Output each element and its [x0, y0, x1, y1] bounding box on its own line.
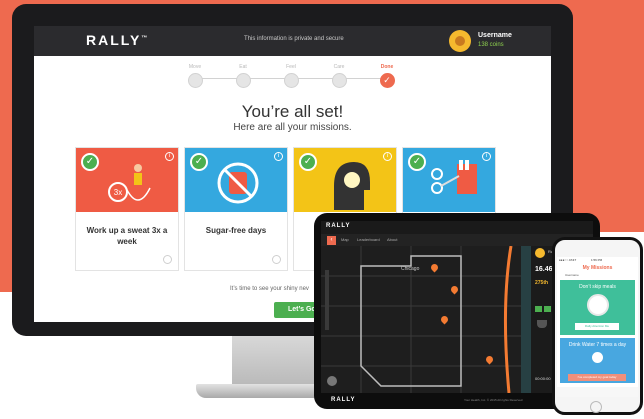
tab-about[interactable]: About [387, 237, 397, 242]
step-circle [331, 73, 347, 88]
step-label: Move [188, 64, 202, 70]
page-subtitle: Here are all your missions. [233, 122, 352, 133]
mission-card-sugar[interactable]: ✓ i Sugar-free days [184, 147, 288, 271]
card-title: Work up a sweat 3x a week [86, 226, 168, 246]
tab-leaderboard[interactable]: Leaderboard [357, 237, 380, 242]
step-circle [283, 73, 299, 88]
phone-tab-bar[interactable] [557, 387, 638, 397]
status-time: 1:56 PM [591, 258, 603, 262]
trophy-icon [537, 320, 547, 328]
check-icon: ✓ [379, 73, 395, 88]
carrier-label: ●●●○○ AT&T [559, 258, 577, 262]
tablet-top-bar: RALLY [321, 221, 593, 234]
card-banner: ✓ i [185, 148, 287, 212]
step-label: Care [333, 64, 345, 70]
mission-card-sweat[interactable]: ✓ i 3x Work up a sweat 3x a week [75, 147, 179, 271]
logo-tm: ™ [141, 35, 150, 42]
step-circle [187, 73, 203, 88]
art-3x-label: 3x [114, 188, 122, 197]
top-bar: RALLY™ This information is private and s… [34, 26, 551, 56]
info-icon[interactable]: i [274, 152, 283, 161]
logo-text: RALLY [86, 32, 142, 48]
footer-text: It’s time to see your shiny nev [230, 286, 309, 292]
step-label: Done [380, 64, 394, 70]
home-button[interactable] [590, 401, 602, 413]
achievement-badge [535, 306, 542, 312]
phone-device: ●●●○○ AT&T 1:56 PM My Missions Username … [552, 237, 643, 415]
phone-header: My Missions [582, 265, 613, 271]
step-move[interactable]: Move [180, 64, 210, 88]
plate-clock-icon [587, 294, 609, 316]
info-icon[interactable]: i [383, 152, 392, 161]
rank-stat: 275th [535, 280, 549, 286]
page-title: You’re all set! [241, 102, 344, 121]
coins-count: 138 coins [478, 42, 504, 48]
timer-readout: 00:00:00 [535, 376, 551, 381]
check-icon: ✓ [299, 153, 317, 171]
jump-rope-illustration: 3x [108, 164, 151, 202]
compass-icon[interactable] [327, 376, 337, 386]
card-banner: ✓ i [403, 148, 495, 212]
city-label: Chicago [401, 266, 420, 272]
scissors-cigarette-icon [431, 160, 477, 194]
monitor-stand [232, 336, 324, 386]
lightbulb-head-icon [334, 162, 370, 210]
meals-button[interactable]: Rally Attention Me [575, 323, 619, 330]
check-icon: ✓ [190, 153, 208, 171]
info-icon[interactable]: i [165, 152, 174, 161]
rally-logo[interactable]: RALLY™ [86, 32, 149, 48]
username[interactable]: Username [478, 32, 512, 39]
phone-user-row: Username [565, 273, 579, 277]
tablet-logo[interactable]: RALLY [326, 223, 350, 229]
card-more-icon[interactable] [163, 255, 172, 264]
water-drop-icon [592, 352, 603, 363]
card-title: Sugar-free days [205, 226, 267, 235]
step-feel[interactable]: Feel [276, 64, 306, 88]
step-eat[interactable]: Eat [228, 64, 258, 88]
step-circle [235, 73, 251, 88]
progress-steps: Move Eat Feel Care Done ✓ [180, 64, 402, 104]
avatar[interactable] [535, 248, 545, 258]
route-map[interactable]: Chicago [321, 246, 521, 393]
lake-area [521, 246, 531, 393]
step-care[interactable]: Care [324, 64, 354, 88]
back-icon[interactable]: ‹ [327, 236, 336, 245]
step-done[interactable]: Done ✓ [372, 64, 402, 88]
water-complete-button[interactable]: I’ve completed my goal today [568, 374, 626, 381]
check-icon: ✓ [81, 153, 99, 171]
zoom-slider[interactable] [325, 270, 329, 330]
mission-card-water[interactable]: Drink Water 7 times a day I’ve completed… [560, 338, 635, 383]
tablet-footer-text: Your Health, Inc. © 2015 All rights Rese… [464, 398, 523, 402]
tablet-footer-logo: RALLY [331, 397, 356, 403]
avatar[interactable] [449, 30, 471, 52]
privacy-note: This information is private and secure [244, 36, 344, 42]
achievement-badge [544, 306, 551, 312]
no-sugar-icon [217, 162, 259, 204]
check-icon: ✓ [408, 153, 426, 171]
step-label: Feel [286, 64, 296, 70]
card-banner: ✓ i [294, 148, 396, 212]
mission-card-meals[interactable]: Don’t skip meals Rally Attention Me [560, 280, 635, 335]
phone-screen: ●●●○○ AT&T 1:56 PM My Missions Username … [557, 257, 638, 397]
step-label: Eat [239, 64, 247, 70]
tab-map[interactable]: Map [341, 237, 349, 242]
map-roads [321, 246, 521, 393]
card-title: Don’t skip meals [579, 284, 616, 290]
card-more-icon[interactable] [272, 255, 281, 264]
card-banner: ✓ i 3x [76, 148, 178, 212]
card-title: Drink Water 7 times a day [568, 342, 627, 348]
